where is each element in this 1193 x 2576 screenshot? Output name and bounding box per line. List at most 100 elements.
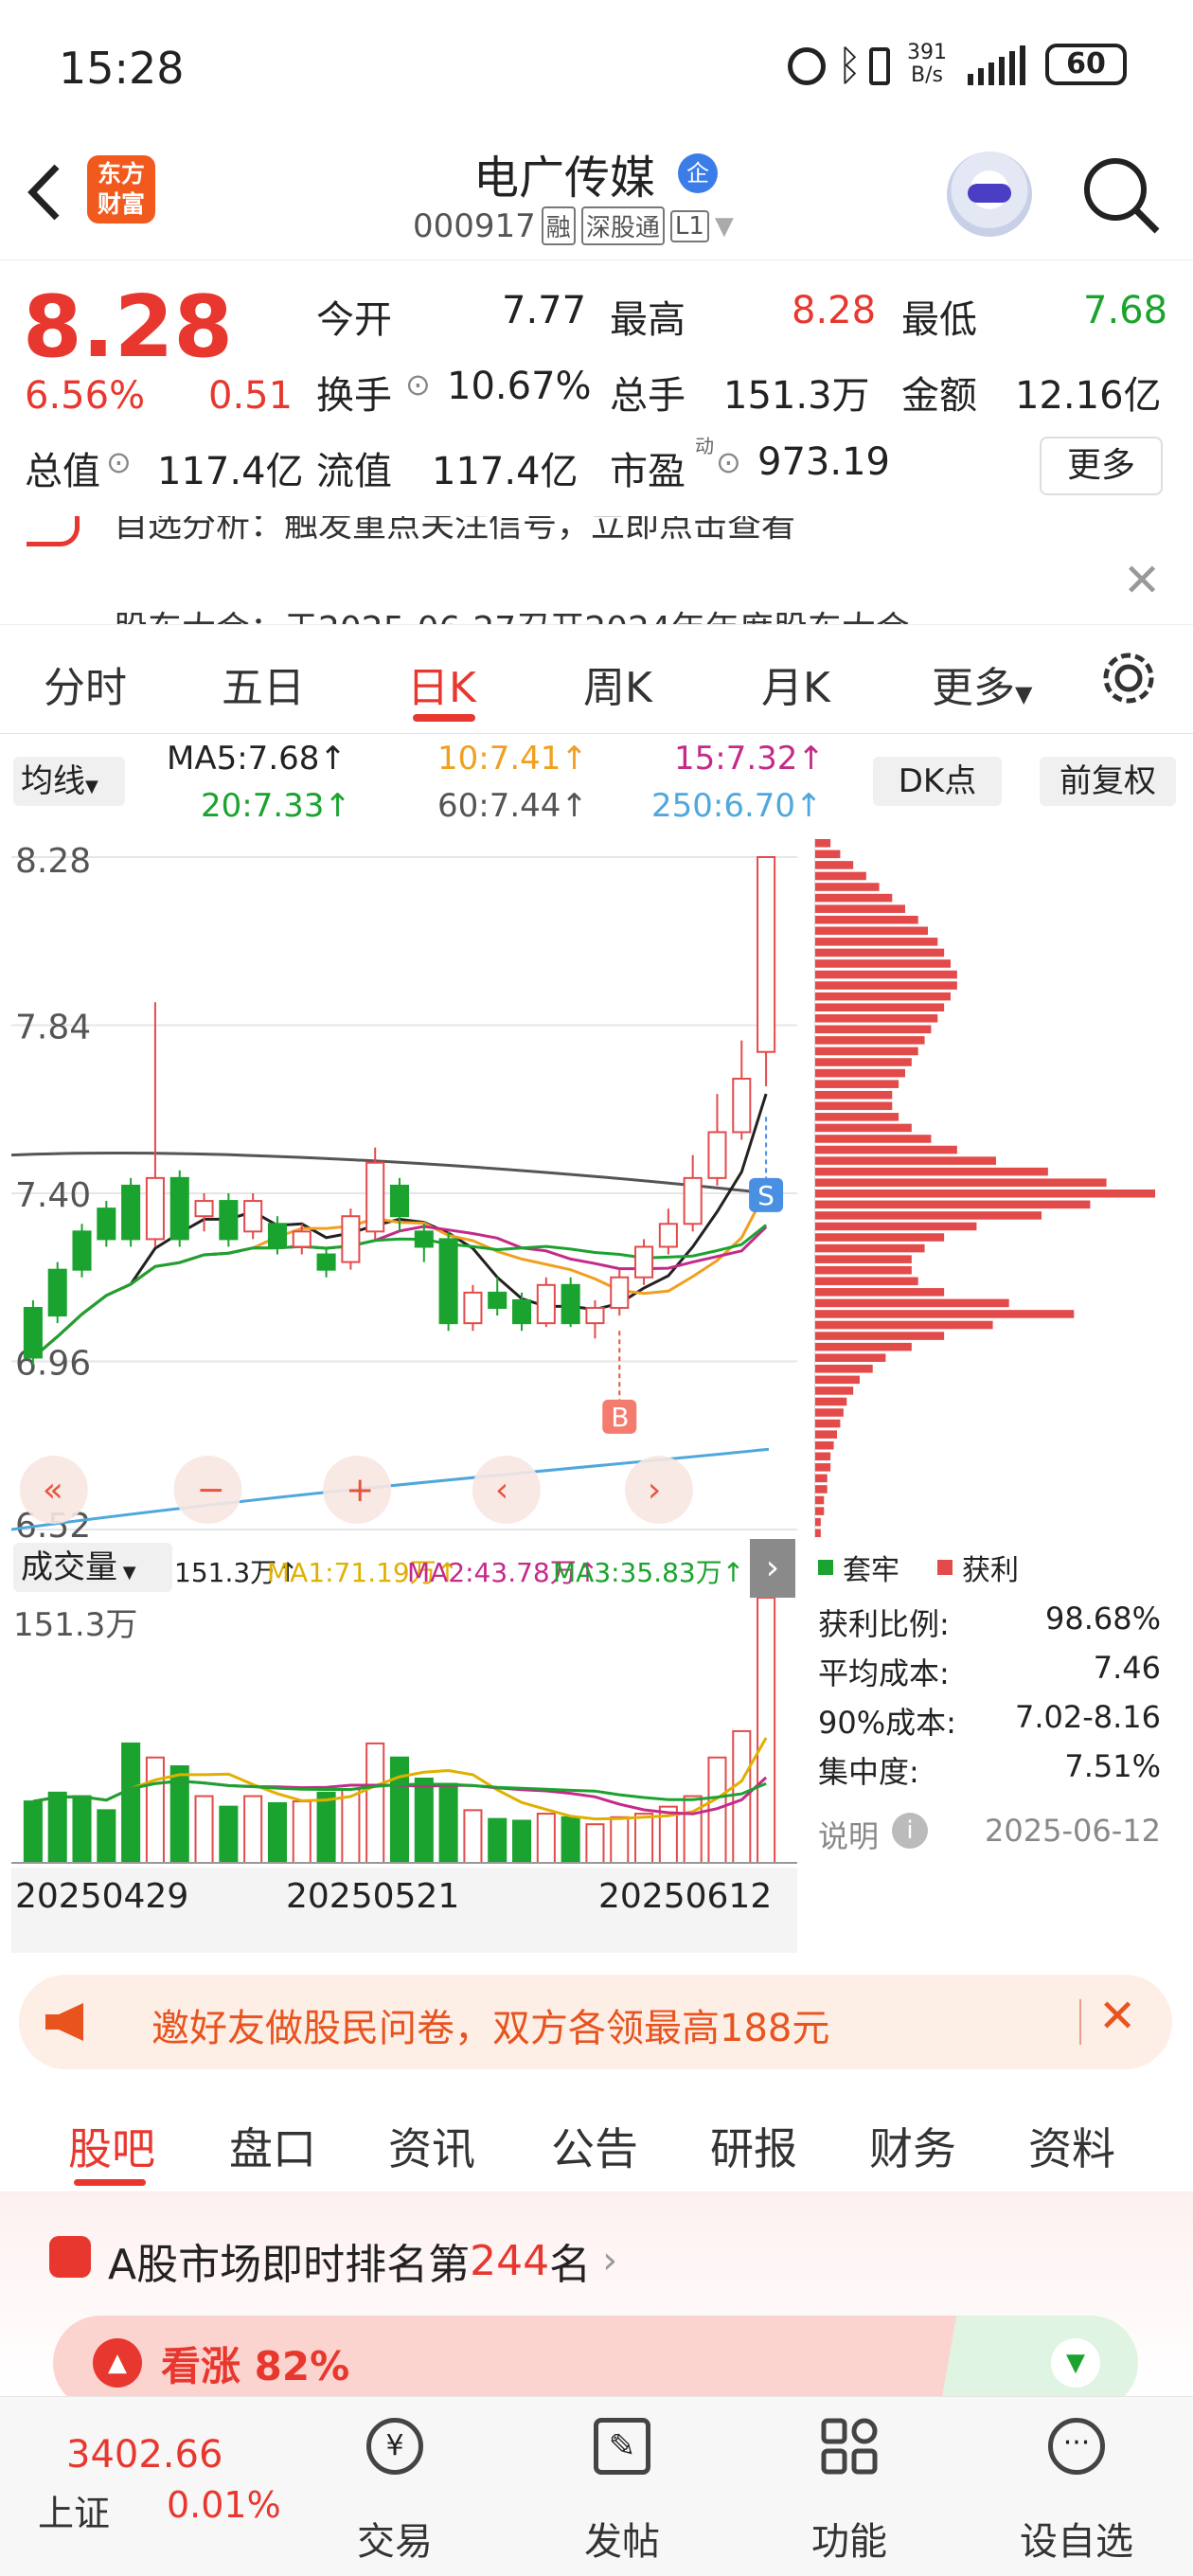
nav-add-watchlist[interactable]: ··· 设自选 (1006, 2397, 1148, 2576)
chip-bar (814, 1332, 945, 1340)
tab-weekly-k[interactable]: 周K (583, 653, 652, 714)
chip-bar (814, 1025, 932, 1034)
nav-post[interactable]: ✎ 发帖 (551, 2397, 693, 2576)
chip-bar (814, 1265, 912, 1275)
tab-daily-k[interactable]: 日K (407, 653, 476, 714)
volume-chart[interactable]: 151.3万 (11, 1597, 797, 1868)
chip-bar (814, 1178, 1107, 1187)
float-value: 117.4亿 (432, 450, 579, 493)
candle-body (243, 1200, 263, 1233)
notice-marquee[interactable]: 自选分析：触发重点关注信号，立即点击查看 股东大会：于2025-06-27召开2… (0, 516, 1193, 625)
nav-trade[interactable]: ¥ 交易 (324, 2397, 466, 2576)
chip-bar (814, 981, 957, 990)
mcap-label: 总值 (25, 450, 100, 493)
prev-icon-glyph: ‹ (495, 1471, 508, 1510)
settings-gear-icon[interactable] (1100, 650, 1157, 707)
back-button[interactable] (21, 159, 68, 225)
chip-bar (814, 1365, 873, 1373)
nav-function[interactable]: 功能 (778, 2397, 920, 2576)
nav-post-label: 发帖 (584, 2520, 660, 2564)
chip-bar (814, 871, 866, 881)
chip-bar (814, 1288, 945, 1297)
volume-bar (610, 1816, 630, 1865)
volume-top-label: 151.3万 (13, 1606, 137, 1644)
candle-body (561, 1283, 580, 1325)
zoom-out-icon-glyph: − (196, 1471, 224, 1510)
status-bar: 15:28 ᛒ 391 B/s 60 (0, 0, 1193, 133)
vibrate-icon (869, 47, 890, 85)
expand-arrow-button[interactable]: › (750, 1539, 795, 1598)
volume-bar (732, 1729, 752, 1864)
bull-up-icon[interactable]: ▲ (93, 2338, 142, 2388)
low-value: 7.68 (1083, 289, 1168, 332)
ma60-value: 60:7.44↑ (437, 787, 588, 825)
ma10-value: 10:7.41↑ (437, 740, 588, 778)
megaphone-icon (42, 2003, 91, 2041)
dk-point-button[interactable]: DK点 (873, 757, 1002, 806)
kline-chart[interactable]: 8.287.847.406.966.52BS«−+‹› (10, 838, 797, 1546)
chip-bar (814, 1135, 932, 1143)
explain-label[interactable]: 说明 (818, 1813, 879, 1856)
info-icon[interactable]: ⊙ (716, 444, 741, 480)
chip-bar (814, 970, 957, 979)
tag-margin: 融 (541, 206, 576, 245)
tab-five-day[interactable]: 五日 (222, 653, 305, 714)
tab-pankou[interactable]: 盘口 (229, 2115, 316, 2177)
rank-text[interactable]: A股市场即时排名第 244 名 › (108, 2230, 617, 2291)
index-change[interactable]: 0.01% (167, 2484, 281, 2526)
volume-legend: 成交量 ▼ 151.3万↑ MA1:71.19万↑ MA2:43.78万↑ MA… (11, 1539, 797, 1598)
tab-profile[interactable]: 资料 (1028, 2115, 1115, 2177)
index-name[interactable]: 上证 (38, 2484, 110, 2536)
open-value: 7.77 (502, 289, 587, 332)
candle-body (757, 856, 776, 1053)
chip-bar (814, 1068, 905, 1078)
tab-active-underline (413, 714, 475, 722)
divider (1079, 1999, 1081, 2045)
profit-label: 获利 (962, 1554, 1019, 1587)
candle-body (341, 1215, 361, 1263)
chip-bar (814, 1200, 1091, 1209)
close-icon[interactable]: ✕ (1123, 554, 1161, 607)
date-label: 20250429 (15, 1877, 189, 1916)
info-icon[interactable]: ⊙ (405, 367, 431, 402)
ma-selector[interactable]: 均线▼ (13, 757, 125, 806)
chip-distribution (813, 838, 1165, 1539)
robot-assistant-icon[interactable] (947, 152, 1032, 237)
date-axis: 20250429 20250521 20250612 (11, 1868, 797, 1953)
candle-body (512, 1298, 532, 1325)
volume-bar (512, 1819, 532, 1864)
info-icon[interactable]: i (892, 1813, 928, 1849)
promo-banner[interactable]: 邀好友做股民问卷，双方各领最高188元 ✕ (19, 1975, 1172, 2069)
promo-text: 邀好友做股民问卷，双方各领最高188元 (151, 2007, 830, 2050)
high-label: 最高 (610, 298, 686, 342)
app-logo[interactable]: 东方 财富 (87, 155, 155, 224)
close-icon[interactable]: ✕ (1098, 1990, 1136, 2043)
nav-trade-label: 交易 (357, 2520, 433, 2564)
bear-down-icon[interactable]: ▼ (1051, 2338, 1100, 2388)
kline-tabs: 分时 五日 日K 周K 月K 更多▼ (0, 625, 1193, 734)
chip-bar (814, 1342, 912, 1351)
more-button[interactable]: 更多 (1040, 437, 1163, 495)
search-icon[interactable] (1079, 153, 1165, 239)
volume-selector[interactable]: 成交量 ▼ (13, 1543, 172, 1592)
turnover-value: 10.67% (447, 365, 592, 408)
tab-monthly-k[interactable]: 月K (761, 653, 830, 714)
candle-body (145, 1176, 165, 1241)
chevron-down-icon[interactable]: ▼ (715, 212, 734, 241)
speaker-icon (27, 516, 80, 546)
tab-more[interactable]: 更多▼ (932, 653, 1032, 714)
chip-bar (814, 992, 951, 1001)
info-icon[interactable]: ⊙ (106, 444, 132, 480)
index-value[interactable]: 3402.66 (66, 2433, 223, 2477)
tab-research[interactable]: 研报 (710, 2115, 797, 2177)
stock-code: 000917 (413, 206, 536, 245)
tab-news[interactable]: 资讯 (388, 2115, 475, 2177)
tab-finance[interactable]: 财务 (869, 2115, 956, 2177)
tab-intraday[interactable]: 分时 (44, 653, 127, 714)
tab-announcement[interactable]: 公告 (551, 2115, 638, 2177)
tab-guba[interactable]: 股吧 (68, 2115, 155, 2177)
chip-bar (814, 1517, 821, 1527)
rank-section: A股市场即时排名第 244 名 › ▲ 看涨 82% ▼ (0, 2192, 1193, 2410)
adjust-button[interactable]: 前复权 (1040, 757, 1176, 806)
candle-body (707, 1131, 727, 1179)
